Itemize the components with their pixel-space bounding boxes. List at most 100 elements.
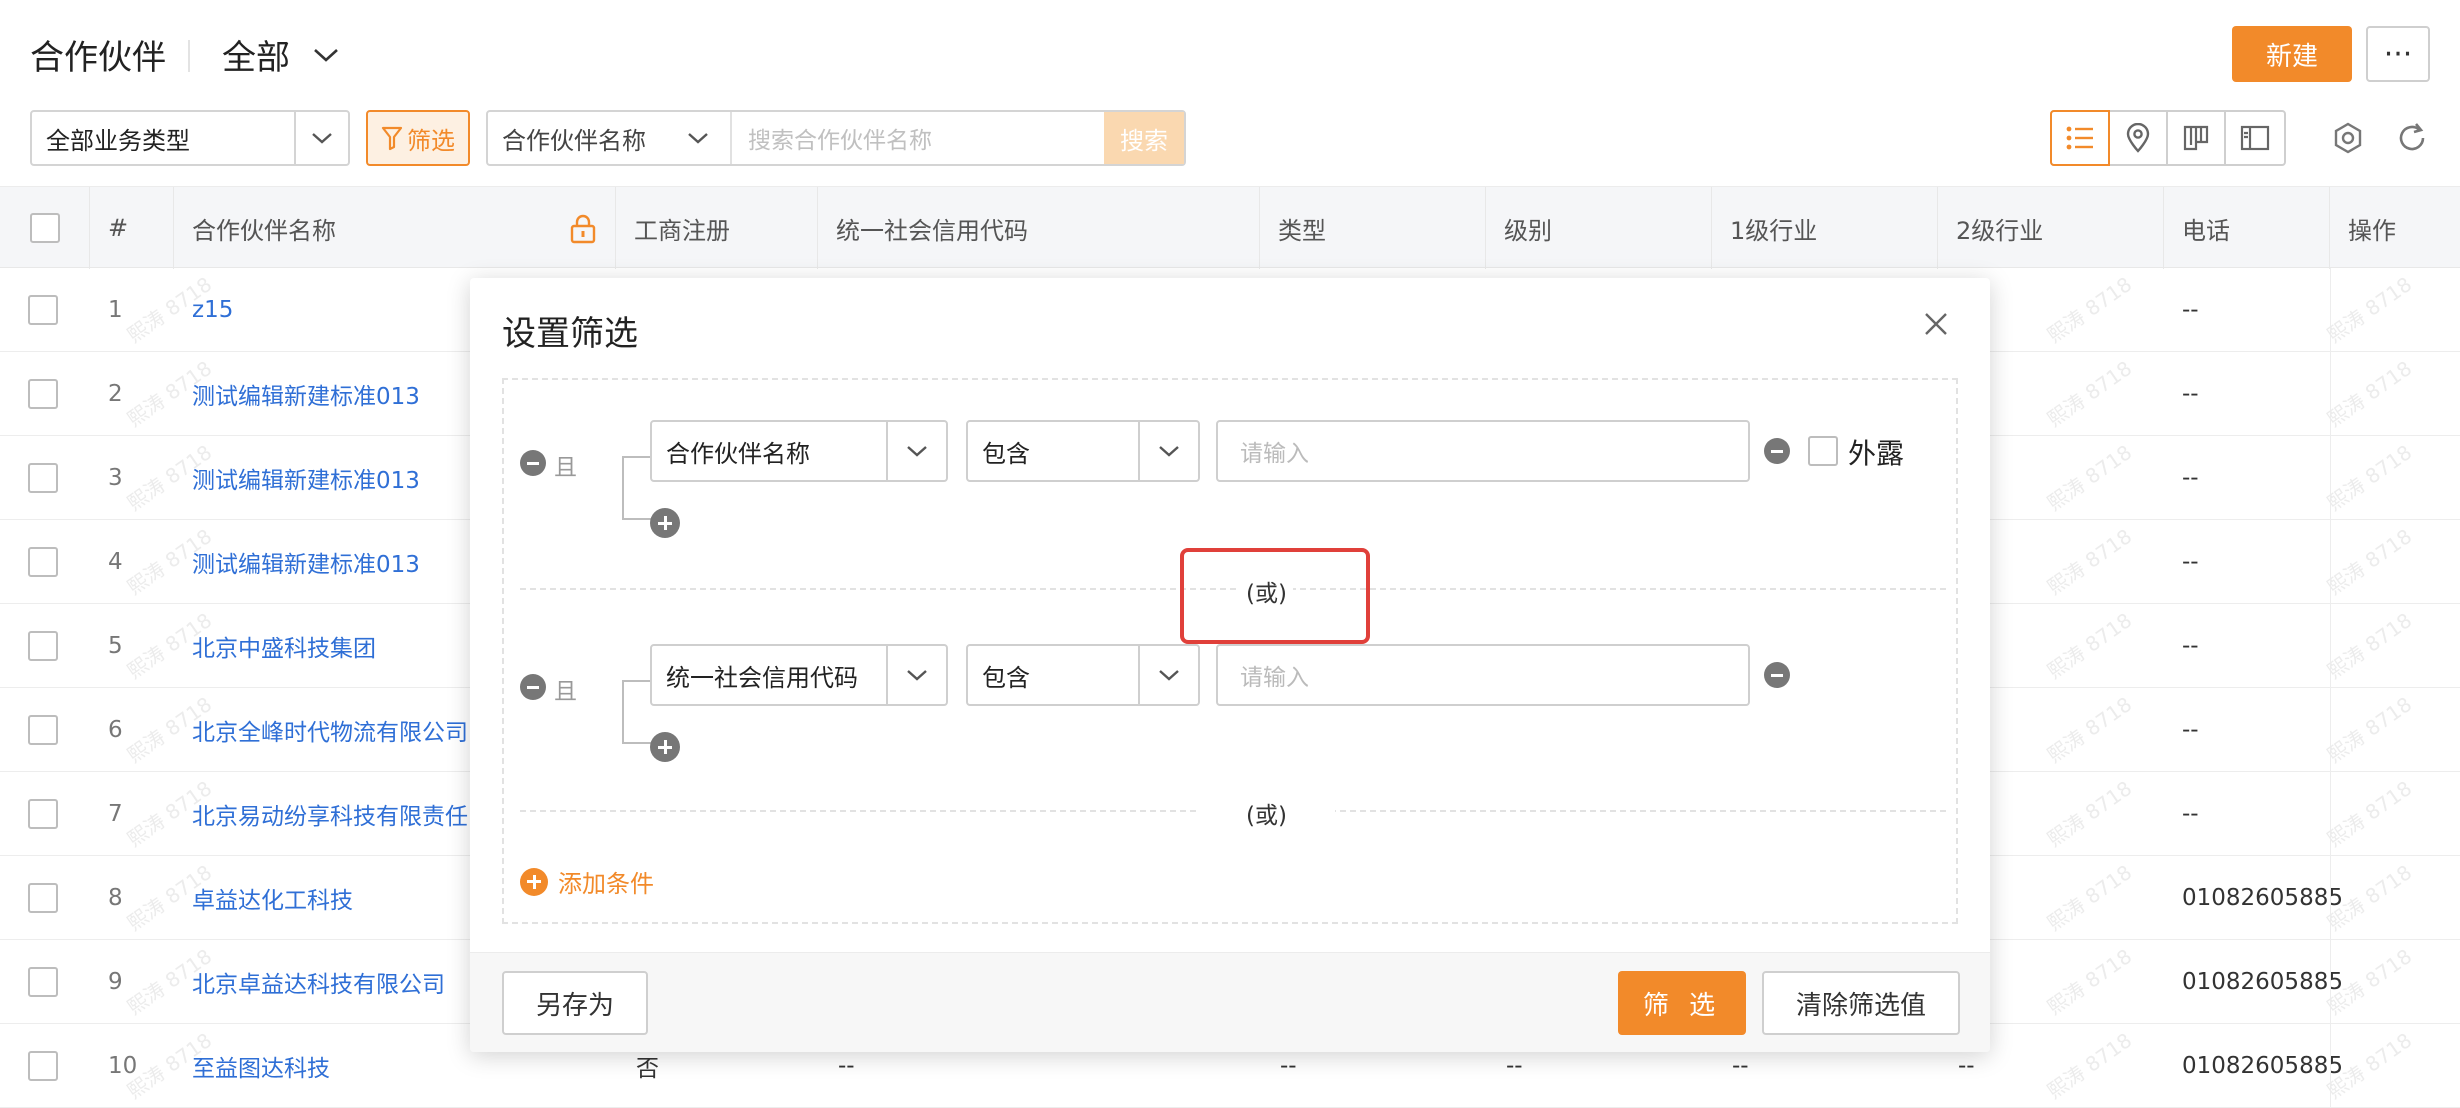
row-index: 7 — [108, 801, 123, 827]
row-checkbox[interactable] — [28, 799, 58, 829]
select-all-checkbox[interactable] — [30, 213, 60, 243]
row-index: 6 — [108, 717, 123, 743]
filter-button[interactable]: 筛选 — [366, 110, 470, 166]
settings-icon[interactable] — [2330, 120, 2366, 160]
col-actions: 操作 — [2348, 216, 2396, 245]
header-select-all[interactable] — [0, 187, 90, 269]
cell-select[interactable] — [28, 772, 58, 856]
remove-condition-icon[interactable] — [1764, 438, 1790, 464]
chevron-down-icon — [294, 112, 348, 164]
search-input[interactable]: 搜索合作伙伴名称 — [732, 112, 1104, 164]
row-checkbox[interactable] — [28, 463, 58, 493]
field-select[interactable]: 合作伙伴名称 — [650, 420, 948, 482]
watermark: 熙涛 8718 — [2322, 356, 2417, 432]
field-select-value: 合作伙伴名称 — [666, 439, 810, 468]
cell-select[interactable] — [28, 940, 58, 1024]
cell-phone: 01082605885 — [2182, 1053, 2343, 1079]
cell-select[interactable] — [28, 268, 58, 352]
modal-footer: 另存为 筛 选 清除筛选值 — [470, 952, 1990, 1052]
sidebar-view-button[interactable] — [2226, 112, 2284, 164]
chevron-down-icon — [886, 422, 946, 480]
operator-select[interactable]: 包含 — [966, 644, 1200, 706]
expose-checkbox[interactable] — [1808, 436, 1838, 466]
more-button[interactable]: ··· — [2366, 26, 2430, 82]
board-view-button[interactable] — [2168, 112, 2226, 164]
row-checkbox[interactable] — [28, 295, 58, 325]
list-icon — [2066, 126, 2093, 150]
field-select-value: 统一社会信用代码 — [666, 663, 858, 692]
business-type-value: 全部业务类型 — [46, 126, 190, 155]
close-icon[interactable] — [1922, 310, 1950, 342]
new-button[interactable]: 新建 — [2232, 26, 2352, 82]
watermark: 熙涛 8718 — [2042, 440, 2137, 516]
row-checkbox[interactable] — [28, 379, 58, 409]
watermark: 熙涛 8718 — [2042, 356, 2137, 432]
add-condition-button[interactable]: 添加条件 — [520, 864, 654, 899]
watermark: 熙涛 8718 — [2042, 860, 2137, 936]
row-checkbox[interactable] — [28, 967, 58, 997]
row-index: 9 — [108, 969, 123, 995]
cell-select[interactable] — [28, 352, 58, 436]
funnel-icon — [381, 126, 403, 151]
business-type-select[interactable]: 全部业务类型 — [30, 110, 350, 166]
partner-name-link[interactable]: 北京卓益达科技有限公司 — [192, 940, 445, 1024]
partner-name-link[interactable]: 测试编辑新建标准013 — [192, 520, 420, 604]
add-circle-icon — [520, 867, 548, 896]
cell-select[interactable] — [28, 436, 58, 520]
save-as-button[interactable]: 另存为 — [502, 971, 648, 1035]
cell-select[interactable] — [28, 604, 58, 688]
row-checkbox[interactable] — [28, 715, 58, 745]
chevron-down-icon — [688, 133, 708, 144]
chevron-down-icon — [1138, 422, 1198, 480]
remove-group-icon[interactable] — [520, 450, 546, 476]
col-level: 级别 — [1486, 187, 1712, 269]
search-field-select[interactable]: 合作伙伴名称 — [488, 112, 732, 164]
field-select[interactable]: 统一社会信用代码 — [650, 644, 948, 706]
search-group: 合作伙伴名称 搜索合作伙伴名称 搜索 — [486, 110, 1186, 166]
partner-name-link[interactable]: 北京易动纷享科技有限责任 — [192, 772, 468, 856]
and-label: 且 — [554, 455, 577, 481]
add-subcondition-icon[interactable] — [650, 508, 680, 538]
value-input[interactable]: 请输入 — [1216, 420, 1750, 482]
add-condition-label: 添加条件 — [558, 870, 654, 898]
value-input[interactable]: 请输入 — [1216, 644, 1750, 706]
map-view-button[interactable] — [2110, 112, 2168, 164]
search-button[interactable]: 搜索 — [1104, 112, 1184, 164]
list-view-button[interactable] — [2050, 110, 2110, 166]
cell-phone: 01082605885 — [2182, 885, 2343, 911]
row-checkbox[interactable] — [28, 883, 58, 913]
remove-group-icon[interactable] — [520, 674, 546, 700]
watermark: 熙涛 8718 — [2322, 608, 2417, 684]
remove-condition-icon[interactable] — [1764, 662, 1790, 688]
row-index: 5 — [108, 633, 123, 659]
row-checkbox[interactable] — [28, 631, 58, 661]
add-subcondition-icon[interactable] — [650, 732, 680, 762]
modal-title: 设置筛选 — [502, 314, 638, 354]
cell-select[interactable] — [28, 856, 58, 940]
operator-select[interactable]: 包含 — [966, 420, 1200, 482]
cell-select[interactable] — [28, 1024, 58, 1108]
chevron-down-icon — [1138, 646, 1198, 704]
sidebar-icon — [2240, 125, 2270, 151]
filter-modal: 设置筛选 且 合作伙伴名称 包含 请输入 外露 (或) 且 统一社会信用代码 包… — [470, 278, 1990, 1052]
apply-filter-button[interactable]: 筛 选 — [1618, 971, 1746, 1035]
partner-name-link[interactable]: 测试编辑新建标准013 — [192, 352, 420, 436]
partner-name-link[interactable]: 北京全峰时代物流有限公司 — [192, 688, 468, 772]
watermark: 熙涛 8718 — [2042, 524, 2137, 600]
refresh-icon[interactable] — [2394, 120, 2430, 160]
partner-name-link[interactable]: 测试编辑新建标准013 — [192, 436, 420, 520]
partner-name-link[interactable]: 至益图达科技 — [192, 1024, 330, 1108]
col-name[interactable]: 合作伙伴名称 — [174, 187, 616, 269]
row-checkbox[interactable] — [28, 1051, 58, 1081]
board-icon — [2183, 125, 2209, 151]
partner-name-link[interactable]: 卓益达化工科技 — [192, 856, 353, 940]
view-selector[interactable]: 全部 — [222, 30, 340, 79]
cell-select[interactable] — [28, 688, 58, 772]
clear-filter-button[interactable]: 清除筛选值 — [1762, 971, 1960, 1035]
condition-area: 且 合作伙伴名称 包含 请输入 外露 (或) 且 统一社会信用代码 包含 请输入… — [502, 378, 1958, 924]
cell-select[interactable] — [28, 520, 58, 604]
row-checkbox[interactable] — [28, 547, 58, 577]
partner-name-link[interactable]: 北京中盛科技集团 — [192, 604, 376, 688]
lock-icon[interactable] — [569, 213, 597, 245]
and-label: 且 — [554, 679, 577, 705]
